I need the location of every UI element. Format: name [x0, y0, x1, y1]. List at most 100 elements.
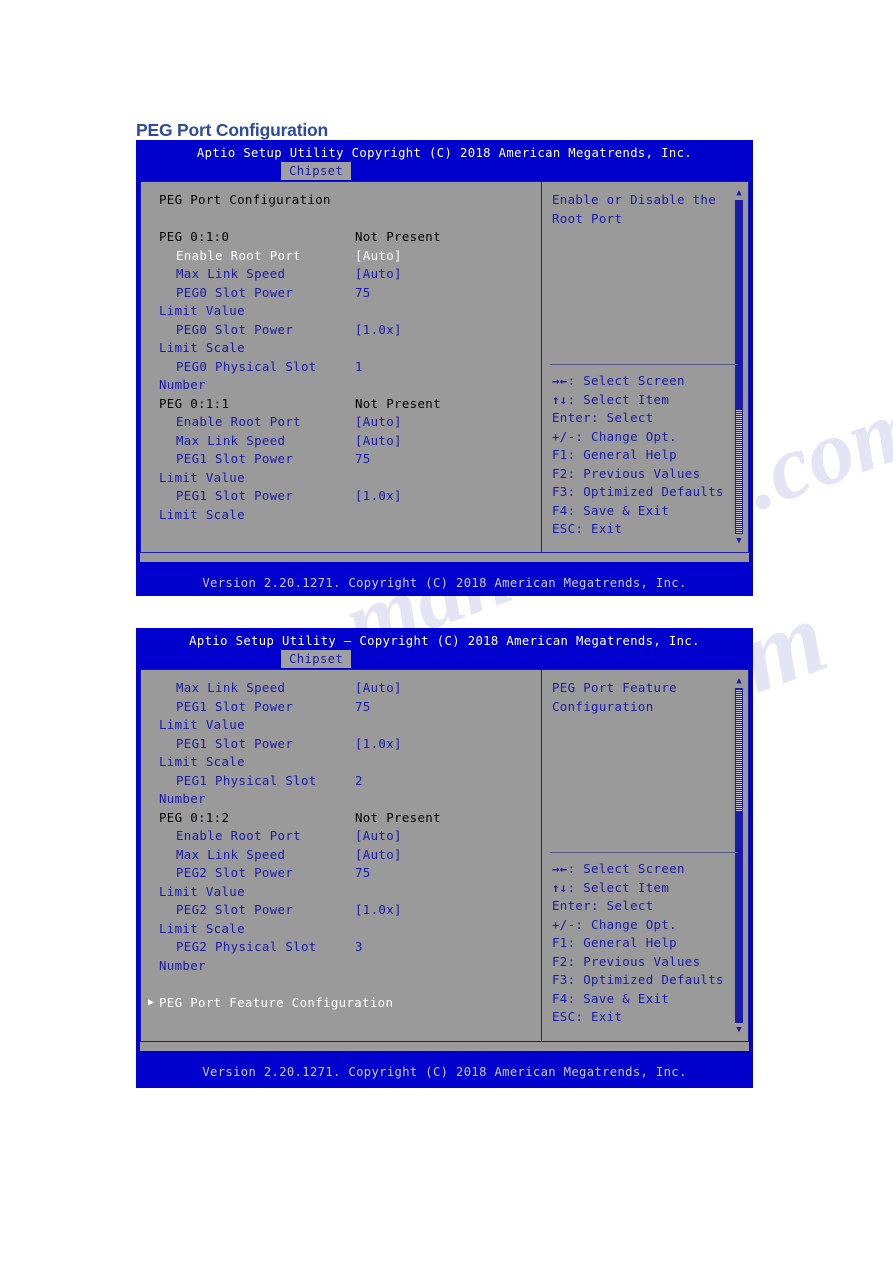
- footer-wrap: Version 2.20.1271. Copyright (C) 2018 Am…: [136, 1051, 753, 1095]
- setting-value[interactable]: 75: [355, 864, 371, 883]
- help-key-text: : Select Screen: [567, 373, 685, 388]
- setting-value[interactable]: [Auto]: [355, 846, 402, 865]
- setting-row[interactable]: PEG2 Slot Power 75: [159, 864, 541, 883]
- setting-row[interactable]: Enable Root Port [Auto]: [159, 413, 541, 432]
- setting-value[interactable]: [Auto]: [355, 679, 402, 698]
- help-key-text: F1: General Help: [552, 447, 677, 462]
- help-key-text: F1: General Help: [552, 935, 677, 950]
- setting-row[interactable]: Max Link Speed [Auto]: [159, 846, 541, 865]
- setting-value[interactable]: Not Present: [355, 395, 441, 414]
- help-divider: [550, 364, 738, 365]
- setting-value[interactable]: [1.0x]: [355, 901, 402, 920]
- setting-row[interactable]: Limit Scale: [159, 753, 541, 772]
- help-pane: Enable or Disable the Root Port →←: Selec…: [541, 182, 748, 552]
- help-description: Enable or Disable the Root Port: [552, 191, 748, 228]
- setting-row[interactable]: Max Link Speed [Auto]: [159, 679, 541, 698]
- setting-label: Limit Scale: [159, 340, 245, 355]
- tab-chipset[interactable]: Chipset: [281, 650, 352, 668]
- setting-label: Enable Root Port: [176, 414, 301, 429]
- setting-row: PEG 0:1:2 Not Present: [159, 809, 541, 828]
- help-key-row: ESC: Exit: [552, 520, 724, 539]
- help-key-text: +/-: Change Opt.: [552, 428, 677, 444]
- setting-row[interactable]: Limit Value: [159, 883, 541, 902]
- setting-label: PEG0 Physical Slot: [176, 358, 317, 374]
- setting-row[interactable]: ▶ PEG Port Feature Configuration: [148, 994, 541, 1013]
- setting-row[interactable]: PEG2 Physical Slot 3: [159, 938, 541, 957]
- setting-row[interactable]: Number: [159, 790, 541, 809]
- setting-row[interactable]: Limit Scale: [159, 506, 541, 525]
- setting-row[interactable]: PEG1 Physical Slot 2: [159, 772, 541, 791]
- help-key-text: Enter: Select: [552, 898, 654, 913]
- setting-label: Limit Value: [159, 303, 245, 318]
- tab-chipset[interactable]: Chipset: [281, 162, 352, 180]
- help-key-row: →←: Select Screen: [552, 860, 724, 879]
- help-key-row: F3: Optimized Defaults: [552, 971, 724, 990]
- help-line: PEG Port Feature: [552, 680, 677, 695]
- setting-value[interactable]: 3: [355, 938, 363, 957]
- setting-row[interactable]: Number: [159, 957, 541, 976]
- help-key-row: F4: Save & Exit: [552, 990, 724, 1009]
- help-key-text: F3: Optimized Defaults: [552, 972, 724, 987]
- setting-row[interactable]: Limit Value: [159, 716, 541, 735]
- setting-label: Enable Root Port: [176, 828, 301, 843]
- help-key-row: ESC: Exit: [552, 1008, 724, 1027]
- setting-row[interactable]: Limit Value: [159, 302, 541, 321]
- arrow-keys-icon: →←: [552, 373, 568, 388]
- setting-value[interactable]: [Auto]: [355, 827, 402, 846]
- help-key-text: ESC: Exit: [552, 521, 623, 536]
- setting-value[interactable]: [1.0x]: [355, 487, 402, 506]
- setting-value[interactable]: [Auto]: [355, 413, 402, 432]
- setting-label: PEG1 Physical Slot: [176, 772, 317, 788]
- setting-row[interactable]: Limit Scale: [159, 339, 541, 358]
- setting-row[interactable]: PEG1 Slot Power 75: [159, 450, 541, 469]
- help-line: Enable or Disable the: [552, 192, 717, 207]
- setting-value[interactable]: 75: [355, 698, 371, 717]
- setting-label: PEG Port Configuration: [159, 192, 331, 207]
- setting-row[interactable]: Limit Value: [159, 469, 541, 488]
- setting-value[interactable]: 1: [355, 358, 363, 377]
- setting-value[interactable]: [Auto]: [355, 265, 402, 284]
- setting-row[interactable]: PEG0 Slot Power 75: [159, 284, 541, 303]
- bios-screen-2: Aptio Setup Utility – Copyright (C) 2018…: [136, 628, 753, 1088]
- help-key-row: F3: Optimized Defaults: [552, 483, 724, 502]
- arrow-keys-icon: →←: [552, 861, 568, 876]
- setting-value[interactable]: Not Present: [355, 809, 441, 828]
- setting-row[interactable]: PEG1 Slot Power [1.0x]: [159, 735, 541, 754]
- setting-row[interactable]: Number: [159, 376, 541, 395]
- arrow-keys-icon: ↑↓: [552, 879, 568, 895]
- setting-row: PEG 0:1:1 Not Present: [159, 395, 541, 414]
- setting-value[interactable]: [1.0x]: [355, 321, 402, 340]
- help-key-text: +/-: Change Opt.: [552, 916, 677, 932]
- setting-value[interactable]: Not Present: [355, 228, 441, 247]
- setting-row[interactable]: Max Link Speed [Auto]: [159, 265, 541, 284]
- setting-value[interactable]: 75: [355, 450, 371, 469]
- help-key-row: +/-: Change Opt.: [552, 916, 724, 935]
- setting-row[interactable]: Enable Root Port [Auto]: [159, 827, 541, 846]
- setting-row[interactable]: PEG0 Slot Power [1.0x]: [159, 321, 541, 340]
- setting-value[interactable]: 75: [355, 284, 371, 303]
- setting-label: PEG 0:1:1: [159, 395, 230, 411]
- help-key-row: Enter: Select: [552, 897, 724, 916]
- setting-value[interactable]: 2: [355, 772, 363, 791]
- bios-tabbar: Chipset: [136, 650, 753, 669]
- help-key-legend: →←: Select Screen ↑↓: Select Item Enter: S…: [552, 860, 724, 1027]
- settings-list: Max Link Speed [Auto] PEG1 Slot Power 75 Lim…: [141, 670, 541, 1041]
- setting-row[interactable]: PEG2 Slot Power [1.0x]: [159, 901, 541, 920]
- bios-body: Max Link Speed [Auto] PEG1 Slot Power 75 Lim…: [140, 669, 749, 1042]
- setting-value[interactable]: [1.0x]: [355, 735, 402, 754]
- bios-footer: Version 2.20.1271. Copyright (C) 2018 Am…: [202, 1065, 687, 1079]
- setting-row[interactable]: Max Link Speed [Auto]: [159, 432, 541, 451]
- help-key-row: F2: Previous Values: [552, 465, 724, 484]
- help-key-text: : Select Item: [567, 391, 670, 407]
- help-key-text: F4: Save & Exit: [552, 990, 670, 1006]
- setting-value[interactable]: [Auto]: [355, 432, 402, 451]
- setting-row[interactable]: PEG1 Slot Power [1.0x]: [159, 487, 541, 506]
- setting-label: Max Link Speed: [176, 846, 286, 862]
- help-key-row: Enter: Select: [552, 409, 724, 428]
- setting-row[interactable]: Limit Scale: [159, 920, 541, 939]
- setting-row[interactable]: Enable Root Port [Auto]: [159, 247, 541, 266]
- setting-value[interactable]: [Auto]: [355, 247, 402, 266]
- setting-row[interactable]: PEG0 Physical Slot 1: [159, 358, 541, 377]
- setting-row[interactable]: PEG1 Slot Power 75: [159, 698, 541, 717]
